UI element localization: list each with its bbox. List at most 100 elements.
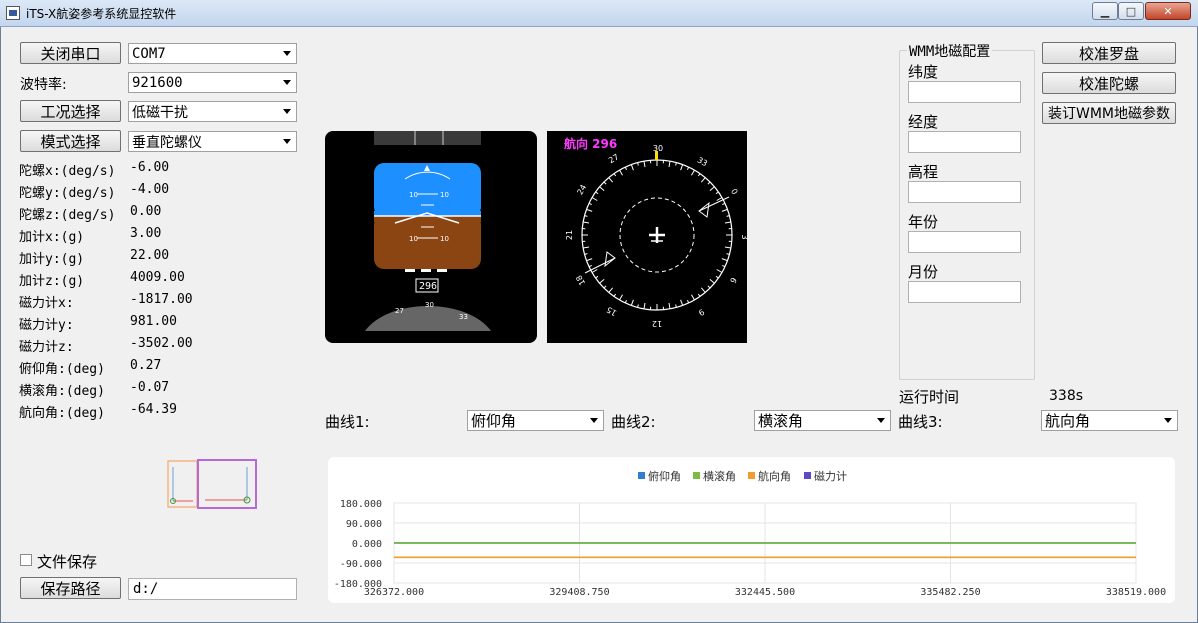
baud-select[interactable]: 921600 xyxy=(128,72,297,93)
compass-tick xyxy=(691,294,695,301)
curve3-label: 曲线3: xyxy=(898,413,943,431)
compass-tick xyxy=(624,166,628,170)
compass-tick xyxy=(715,191,719,195)
y-tick-label: 0.000 xyxy=(352,539,382,550)
save-path-input[interactable]: d:/ xyxy=(128,578,297,600)
compass-tick xyxy=(691,169,695,176)
port-select[interactable]: COM7 xyxy=(128,43,297,64)
mode-button[interactable]: 模式选择 xyxy=(20,130,121,152)
compass-tick-label: 0 xyxy=(729,187,739,196)
readout-value: -3502.00 xyxy=(130,336,193,351)
compass-tick xyxy=(643,302,646,309)
y-tick-label: 180.000 xyxy=(340,499,382,510)
pitch-mark: 10 xyxy=(440,235,449,243)
compass-tick xyxy=(630,164,634,171)
compass-tick xyxy=(591,197,598,201)
legend-entry: 横滚角 xyxy=(703,469,736,483)
readout-value: 22.00 xyxy=(130,248,170,263)
load-wmm-button[interactable]: 装订WMM地磁参数 xyxy=(1042,102,1176,124)
condition-button[interactable]: 工况选择 xyxy=(20,100,121,122)
calibrate-compass-button[interactable]: 校准罗盘 xyxy=(1042,42,1176,64)
x-axis-ticks: 326372.000 329408.750 332445.500 335482.250… xyxy=(364,587,1166,598)
compass-tick xyxy=(715,275,719,279)
maximize-button[interactable]: □ xyxy=(1118,2,1144,20)
chevron-down-icon xyxy=(590,418,598,423)
compass-tick xyxy=(700,287,706,293)
wmm-group-title: WMM地磁配置 xyxy=(907,41,993,61)
x-tick-label: 326372.000 xyxy=(364,587,424,598)
readout-label: 陀螺x:(deg/s) xyxy=(19,164,116,179)
close-port-button[interactable]: 关闭串口 xyxy=(20,42,121,64)
readout-label: 横滚角:(deg) xyxy=(19,384,105,399)
baud-label: 波特率: xyxy=(20,77,67,93)
month-input[interactable] xyxy=(908,281,1021,303)
condition-select[interactable]: 低磁干扰 xyxy=(128,101,297,122)
longitude-label: 经度 xyxy=(908,113,939,131)
readout-label: 陀螺y:(deg/s) xyxy=(19,186,116,201)
compass-tick-label: 18 xyxy=(574,274,587,287)
baud-select-value: 921600 xyxy=(132,74,183,91)
close-window-button[interactable]: ✕ xyxy=(1145,2,1191,20)
x-tick-label: 335482.250 xyxy=(920,587,980,598)
chevron-down-icon xyxy=(1164,418,1172,423)
compass-tick xyxy=(586,208,593,212)
latitude-input[interactable] xyxy=(908,81,1021,103)
heading-box-value: 296 xyxy=(419,281,437,292)
compass-tick xyxy=(697,173,701,177)
compass-tick xyxy=(619,169,623,176)
x-tick-label: 338519.000 xyxy=(1106,587,1166,598)
compass-tick xyxy=(707,181,711,185)
compass-tick-label: 9 xyxy=(697,307,706,317)
compass-tick xyxy=(583,221,590,224)
compass-tick xyxy=(608,287,614,293)
compass-tick xyxy=(724,246,731,249)
readout-value: 0.27 xyxy=(130,358,162,373)
compass-tick xyxy=(700,177,706,183)
readout-label: 陀螺z:(deg/s) xyxy=(19,208,116,223)
minimize-button[interactable]: ▁ xyxy=(1092,2,1118,20)
mode-select[interactable]: 垂直陀螺仪 xyxy=(128,131,297,152)
readout-value: -4.00 xyxy=(130,182,170,197)
compass-tick xyxy=(588,264,592,268)
port-select-value: COM7 xyxy=(132,45,166,62)
compass-tick xyxy=(686,300,690,304)
file-save-checkbox[interactable] xyxy=(20,554,32,566)
compass-tick xyxy=(686,166,690,170)
y-tick-label: 90.000 xyxy=(346,519,382,530)
legend-swatch xyxy=(804,472,811,479)
compass-tick xyxy=(709,278,715,284)
chevron-down-icon xyxy=(283,51,291,56)
year-input[interactable] xyxy=(908,231,1021,253)
compass-tick xyxy=(724,221,731,224)
longitude-input[interactable] xyxy=(908,131,1021,153)
chevron-down-icon xyxy=(283,109,291,114)
readout-value: 4009.00 xyxy=(130,270,185,285)
y-axis-ticks: 180.00090.0000.000-90.000-180.000 xyxy=(334,499,382,590)
heading-scale-label: 30 xyxy=(425,301,434,309)
compass-tick xyxy=(722,264,726,268)
y-tick-label: -90.000 xyxy=(340,559,382,570)
curve-chart: 俯仰角 横滚角 航向角 磁力计 180.00090.0000.000-90.000-1… xyxy=(334,469,1166,598)
axis-orientation-diagram xyxy=(167,459,257,509)
calibrate-gyro-button[interactable]: 校准陀螺 xyxy=(1042,72,1176,94)
runtime-value: 338s xyxy=(1049,388,1084,404)
compass-tick xyxy=(603,181,607,185)
curve1-select[interactable]: 俯仰角 xyxy=(467,410,604,431)
altitude-input[interactable] xyxy=(908,181,1021,203)
readout-label: 磁力计y: xyxy=(19,318,74,333)
minimize-icon: ▁ xyxy=(1100,4,1110,18)
title-bar[interactable]: iTS-X航姿参考系统显控软件 ▁ □ ✕ xyxy=(0,0,1198,27)
close-icon: ✕ xyxy=(1163,4,1173,18)
compass-tick-label: 24 xyxy=(575,183,588,196)
compass-tick xyxy=(603,285,607,289)
save-path-button[interactable]: 保存路径 xyxy=(20,577,121,599)
readout-label: 加计y:(g) xyxy=(19,252,85,267)
compass-tick xyxy=(680,299,684,306)
compass-heading-label: 航向 296 xyxy=(564,136,617,151)
readout-value: 0.00 xyxy=(130,204,162,219)
compass-tick xyxy=(619,294,623,301)
readout-value: -0.07 xyxy=(130,380,170,395)
readout-label: 加计z:(g) xyxy=(19,274,85,289)
curve3-select[interactable]: 航向角 xyxy=(1041,410,1178,431)
curve2-select[interactable]: 横滚角 xyxy=(754,410,891,431)
